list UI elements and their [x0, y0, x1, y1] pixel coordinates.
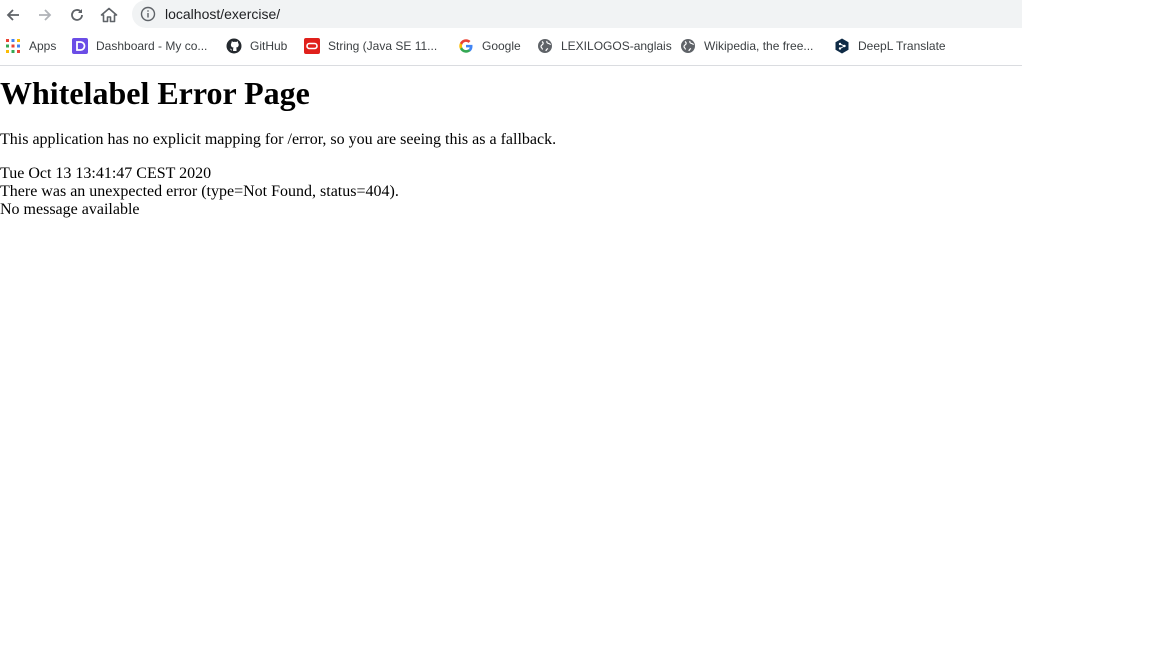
bookmark-label: Apps — [29, 39, 57, 53]
error-type-status: There was an unexpected error (type=Not … — [0, 183, 399, 200]
page-title: Whitelabel Error Page — [0, 75, 310, 111]
oracle-icon — [304, 38, 320, 54]
info-icon[interactable] — [140, 6, 156, 22]
arrow-left-icon — [6, 9, 19, 21]
error-timestamp: Tue Oct 13 13:41:47 CEST 2020 — [0, 165, 212, 182]
home-button[interactable] — [96, 2, 122, 28]
bookmarks-bar: Apps Dashboard - My co... GitHub String … — [0, 34, 1022, 58]
reload-button[interactable] — [64, 2, 90, 28]
bookmark-deepl[interactable]: DeepL Translate — [834, 34, 946, 58]
home-icon — [100, 7, 118, 23]
deepl-icon — [835, 38, 849, 54]
bookmark-label: DeepL Translate — [858, 39, 946, 53]
url-text[interactable]: localhost/exercise/ — [165, 6, 280, 22]
back-button[interactable] — [0, 2, 26, 28]
bookmark-github[interactable]: GitHub — [226, 34, 287, 58]
reload-icon — [71, 9, 83, 21]
bookmark-label: Wikipedia, the free... — [704, 39, 814, 53]
bookmark-string-java[interactable]: String (Java SE 11... — [304, 34, 437, 58]
bookmark-google[interactable]: Google — [458, 34, 521, 58]
bookmark-label: GitHub — [250, 39, 288, 53]
error-description: This application has no explicit mapping… — [0, 131, 557, 148]
address-bar[interactable]: localhost/exercise/ — [132, 0, 1022, 28]
bookmark-apps[interactable]: Apps — [5, 34, 56, 58]
google-icon — [459, 39, 473, 53]
bookmark-label: Google — [482, 39, 521, 53]
github-icon — [226, 38, 242, 54]
browser-chrome: localhost/exercise/ Apps Dashboard - My … — [0, 0, 1022, 66]
bookmark-dashboard[interactable]: Dashboard - My co... — [72, 34, 207, 58]
error-message: No message available — [0, 201, 140, 218]
apps-grid-icon — [6, 39, 20, 53]
bookmark-label: LEXILOGOS-anglais — [561, 39, 672, 53]
browser-toolbar: localhost/exercise/ — [0, 0, 1022, 29]
arrow-right-icon — [39, 9, 52, 21]
page-content: Whitelabel Error Page This application h… — [0, 65, 1152, 648]
globe-icon — [538, 39, 552, 53]
bookmark-wikipedia[interactable]: Wikipedia, the free... — [680, 34, 813, 58]
bookmark-lexilogos[interactable]: LEXILOGOS-anglais — [537, 34, 672, 58]
bookmark-label: Dashboard - My co... — [96, 39, 208, 53]
dashboard-icon — [72, 38, 88, 54]
forward-button[interactable] — [32, 2, 58, 28]
globe-icon — [681, 39, 695, 53]
bookmark-label: String (Java SE 11... — [328, 39, 438, 53]
